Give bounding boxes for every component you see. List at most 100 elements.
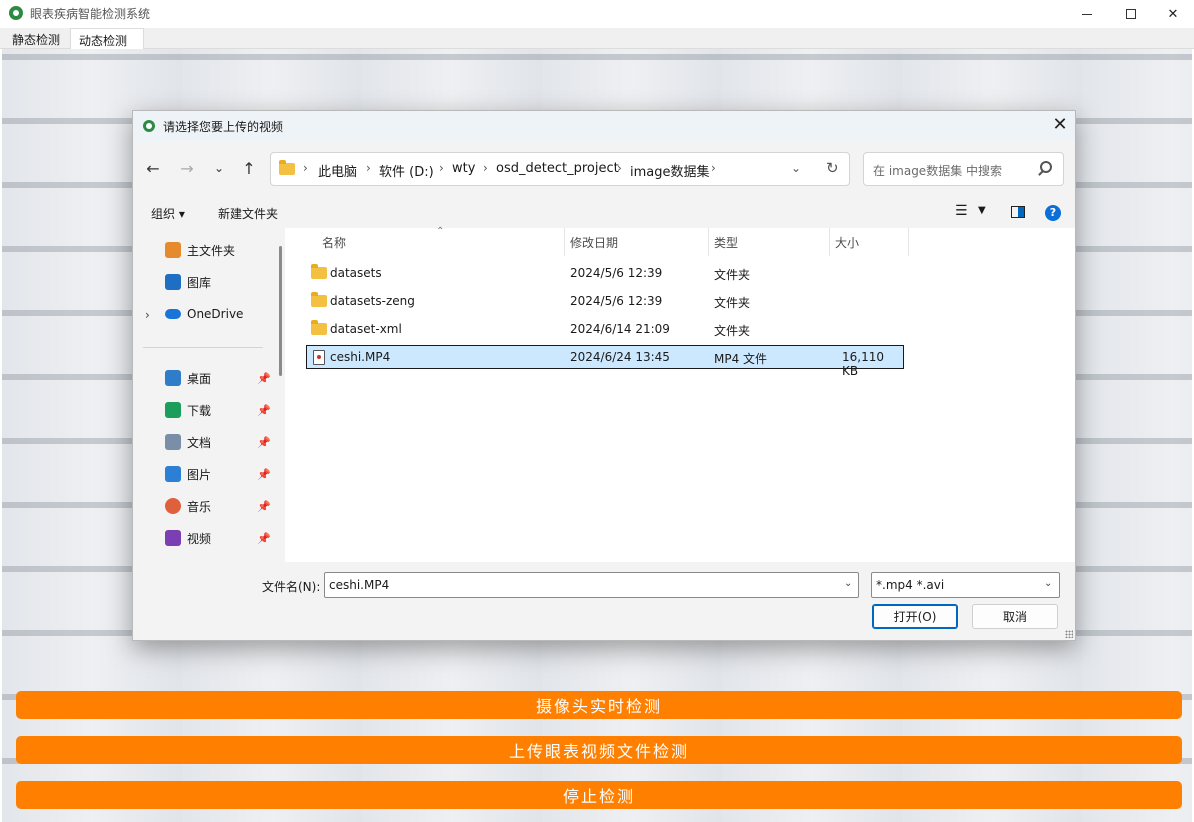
chevron-down-icon[interactable]: ⌄ bbox=[791, 161, 801, 175]
chevron-down-icon: ⌄ bbox=[1044, 578, 1053, 589]
view-dropdown-icon[interactable]: ▼ bbox=[978, 205, 986, 216]
file-size: 16,110 KB bbox=[842, 350, 884, 378]
chevron-right-icon[interactable]: › bbox=[145, 308, 150, 322]
breadcrumb-drive[interactable]: 软件 (D:) bbox=[379, 161, 434, 180]
stop-detect-button[interactable]: 停止检测 bbox=[16, 781, 1182, 809]
file-type: MP4 文件 bbox=[714, 352, 768, 366]
dialog-close-button[interactable]: ✕ bbox=[1047, 114, 1073, 138]
chevron-down-icon[interactable]: ⌄ bbox=[844, 578, 852, 589]
chevron-right-icon: › bbox=[366, 161, 371, 175]
breadcrumb-wty[interactable]: wty bbox=[452, 161, 475, 176]
download-icon bbox=[165, 402, 181, 418]
search-icon bbox=[1040, 161, 1052, 173]
column-divider[interactable] bbox=[829, 228, 830, 256]
close-window-button[interactable]: ✕ bbox=[1150, 0, 1194, 28]
file-date: 2024/5/6 12:39 bbox=[570, 266, 663, 280]
forward-button[interactable]: → bbox=[175, 157, 199, 179]
tab-static-detection[interactable]: 静态检测 bbox=[4, 28, 68, 49]
sidebar-item-label: 音乐 bbox=[187, 499, 212, 514]
app-title: 眼表疾病智能检测系统 bbox=[30, 7, 151, 21]
breadcrumb-this-pc[interactable]: 此电脑 bbox=[318, 161, 357, 180]
pin-icon: 📌 bbox=[257, 372, 271, 385]
cancel-button[interactable]: 取消 bbox=[972, 604, 1058, 629]
dialog-footer: 文件名(N): ceshi.MP4 ⌄ *.mp4 *.avi ⌄ 打开(O) … bbox=[133, 563, 1075, 640]
sidebar-item-label: 图库 bbox=[187, 275, 212, 290]
folder-icon bbox=[311, 320, 327, 335]
column-divider[interactable] bbox=[564, 228, 565, 256]
sidebar-item-videos[interactable]: 视频 bbox=[165, 528, 211, 548]
filename-label: 文件名(N): bbox=[262, 580, 321, 594]
maximize-button[interactable] bbox=[1108, 0, 1154, 28]
folder-icon bbox=[279, 160, 295, 175]
picture-icon bbox=[165, 466, 181, 482]
search-input[interactable]: 在 image数据集 中搜索 bbox=[863, 152, 1064, 186]
maximize-icon bbox=[1126, 9, 1136, 19]
breadcrumb-image-dataset[interactable]: image数据集 bbox=[630, 161, 710, 180]
sidebar-item-documents[interactable]: 文档 bbox=[165, 432, 211, 452]
sidebar-item-desktop[interactable]: 桌面 bbox=[165, 368, 211, 388]
file-row[interactable]: datasets 2024/5/6 12:39 文件夹 bbox=[306, 262, 904, 286]
column-divider[interactable] bbox=[908, 228, 909, 256]
sidebar-item-downloads[interactable]: 下载 bbox=[165, 400, 211, 420]
up-button[interactable]: ↑ bbox=[237, 157, 261, 179]
browser-area: 主文件夹 图库 › OneDrive 桌面 📌 下载 📌 文档 📌 图片 📌 音… bbox=[133, 226, 1075, 562]
filename-input[interactable]: ceshi.MP4 ⌄ bbox=[324, 572, 859, 598]
column-divider[interactable] bbox=[708, 228, 709, 256]
arrow-up-icon: ↑ bbox=[242, 158, 256, 178]
folder-icon bbox=[311, 264, 327, 279]
sidebar-scrollbar[interactable] bbox=[279, 246, 282, 376]
music-icon bbox=[165, 498, 181, 514]
address-bar[interactable]: › 此电脑 › 软件 (D:) › wty › osd_detect_proje… bbox=[270, 152, 850, 186]
file-row[interactable]: dataset-xml 2024/6/14 21:09 文件夹 bbox=[306, 318, 904, 342]
preview-pane-icon[interactable] bbox=[1011, 206, 1025, 218]
sidebar-item-label: 下载 bbox=[187, 403, 212, 418]
minimize-button[interactable] bbox=[1064, 0, 1110, 28]
dialog-toolbar: 组织 ▾ 新建文件夹 ☰ ▼ ? bbox=[133, 195, 1075, 227]
file-type-filter-select[interactable]: *.mp4 *.avi ⌄ bbox=[871, 572, 1060, 598]
sidebar-item-label: 图片 bbox=[187, 467, 212, 482]
file-name: datasets bbox=[330, 266, 382, 280]
sidebar-item-label: 文档 bbox=[187, 435, 212, 450]
arrow-left-icon: ← bbox=[146, 158, 160, 178]
sidebar-item-home[interactable]: 主文件夹 bbox=[165, 240, 235, 260]
sidebar-item-music[interactable]: 音乐 bbox=[165, 496, 211, 516]
recent-locations-button[interactable]: ⌄ bbox=[207, 157, 231, 179]
open-button[interactable]: 打开(O) bbox=[872, 604, 958, 629]
file-name: dataset-xml bbox=[330, 322, 402, 336]
sidebar-item-label: 视频 bbox=[187, 531, 212, 546]
minimize-icon bbox=[1082, 13, 1092, 15]
dialog-app-icon bbox=[143, 120, 155, 132]
column-header-type[interactable]: 类型 bbox=[714, 234, 738, 251]
column-header-size[interactable]: 大小 bbox=[835, 234, 859, 251]
sidebar-item-gallery[interactable]: 图库 bbox=[165, 272, 211, 292]
chevron-right-icon: › bbox=[439, 161, 444, 175]
breadcrumb-project[interactable]: osd_detect_project bbox=[496, 161, 619, 176]
app-logo-icon bbox=[9, 6, 23, 20]
help-icon[interactable]: ? bbox=[1045, 205, 1061, 221]
file-row[interactable]: datasets-zeng 2024/5/6 12:39 文件夹 bbox=[306, 290, 904, 314]
new-folder-button[interactable]: 新建文件夹 bbox=[218, 205, 278, 222]
camera-detect-button[interactable]: 摄像头实时检测 bbox=[16, 691, 1182, 719]
tab-dynamic-detection[interactable]: 动态检测 bbox=[70, 28, 144, 49]
file-row-selected[interactable]: ceshi.MP4 2024/6/24 13:45 MP4 文件 16,110 … bbox=[306, 345, 904, 378]
chevron-down-icon: ⌄ bbox=[213, 161, 225, 175]
resize-grip-icon[interactable] bbox=[1065, 630, 1073, 638]
chevron-right-icon: › bbox=[483, 161, 488, 175]
file-name: ceshi.MP4 bbox=[330, 350, 391, 364]
view-list-icon[interactable]: ☰ bbox=[955, 203, 968, 219]
column-header-name[interactable]: 名称 bbox=[322, 234, 346, 251]
chevron-right-icon: › bbox=[303, 161, 308, 175]
pin-icon: 📌 bbox=[257, 404, 271, 417]
file-date: 2024/6/24 13:45 bbox=[570, 350, 670, 364]
sidebar-item-label: 桌面 bbox=[187, 371, 212, 386]
column-header-date[interactable]: 修改日期 bbox=[570, 234, 618, 251]
sidebar-item-onedrive[interactable]: OneDrive bbox=[165, 304, 243, 324]
organize-menu[interactable]: 组织 ▾ bbox=[151, 205, 185, 222]
chevron-right-icon: › bbox=[711, 161, 716, 175]
back-button[interactable]: ← bbox=[141, 157, 165, 179]
app-titlebar: 眼表疾病智能检测系统 ✕ bbox=[0, 0, 1194, 28]
sidebar-item-pictures[interactable]: 图片 bbox=[165, 464, 211, 484]
pin-icon: 📌 bbox=[257, 532, 271, 545]
refresh-icon[interactable]: ↻ bbox=[826, 159, 839, 177]
upload-video-detect-button[interactable]: 上传眼表视频文件检测 bbox=[16, 736, 1182, 764]
